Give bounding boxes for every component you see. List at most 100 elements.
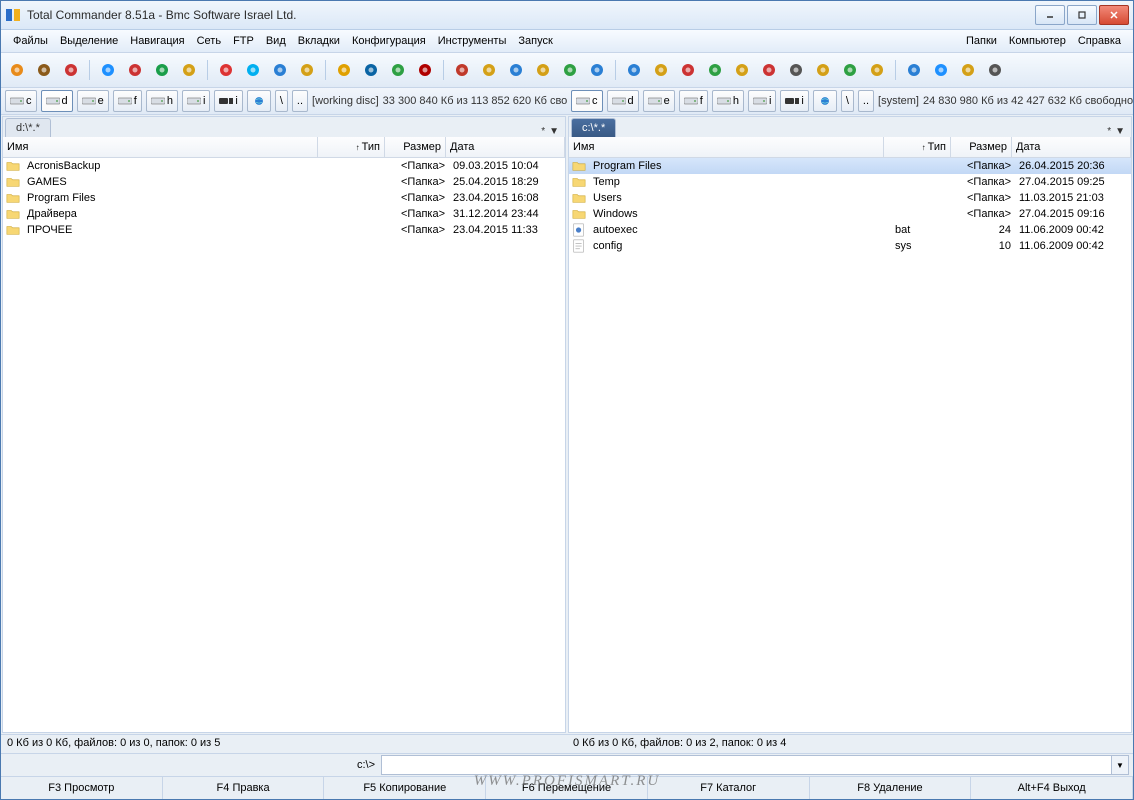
drive-button-e[interactable]: e — [77, 90, 109, 112]
menu-item[interactable]: Вкладки — [292, 33, 346, 49]
toolbar-gear-orange-icon[interactable] — [5, 58, 29, 82]
drive-button-f[interactable]: f — [113, 90, 142, 112]
file-row[interactable]: Program Files<Папка>26.04.2015 20:36 — [569, 158, 1131, 174]
header-type[interactable]: ↑Тип — [884, 137, 951, 157]
drive-button-c[interactable]: c — [5, 90, 37, 112]
drive-button-d[interactable]: d — [41, 90, 73, 112]
drive-button-network[interactable]: i — [780, 90, 808, 112]
toolbar-x-icon[interactable] — [983, 58, 1007, 82]
toolbar-filezilla-icon[interactable] — [413, 58, 437, 82]
menu-item[interactable]: Навигация — [124, 33, 190, 49]
toolbar-arr-icon[interactable] — [956, 58, 980, 82]
file-list-right[interactable]: Program Files<Папка>26.04.2015 20:36Temp… — [569, 158, 1131, 732]
minimize-button[interactable] — [1035, 5, 1065, 25]
drive-button-h[interactable]: h — [712, 90, 744, 112]
drive-button-c[interactable]: c — [571, 90, 603, 112]
menu-item[interactable]: Компьютер — [1003, 33, 1072, 49]
drive-nav-button[interactable]: .. — [858, 90, 874, 112]
panel-tab-left[interactable]: d:\*.* — [5, 118, 51, 137]
toolbar-cube1-icon[interactable] — [450, 58, 474, 82]
toolbar-target-icon[interactable] — [123, 58, 147, 82]
toolbar-grid-red-icon[interactable] — [214, 58, 238, 82]
toolbar-pdf-icon[interactable] — [177, 58, 201, 82]
drive-button-network[interactable]: i — [214, 90, 242, 112]
file-list-left[interactable]: AcronisBackup<Папка>09.03.2015 10:04GAME… — [3, 158, 565, 732]
toolbar-page-icon[interactable] — [295, 58, 319, 82]
drive-button-d[interactable]: d — [607, 90, 639, 112]
toolbar-box-icon[interactable] — [649, 58, 673, 82]
toolbar-star-icon[interactable] — [730, 58, 754, 82]
drive-button-f[interactable]: f — [679, 90, 708, 112]
toolbar-qip-icon[interactable] — [838, 58, 862, 82]
drive-nav-button[interactable]: \ — [841, 90, 854, 112]
file-row[interactable]: Temp<Папка>27.04.2015 09:25 — [569, 174, 1131, 190]
tab-dropdown-icon[interactable]: ▼ — [549, 126, 559, 137]
panel-tab-right[interactable]: c:\*.* — [571, 118, 616, 137]
toolbar-utorr-icon[interactable] — [386, 58, 410, 82]
toolbar-cd-icon[interactable] — [531, 58, 555, 82]
command-history-dropdown[interactable]: ▼ — [1112, 755, 1129, 775]
file-row[interactable]: ПРОЧЕЕ<Папка>23.04.2015 11:33 — [3, 222, 565, 238]
menu-item[interactable]: Файлы — [7, 33, 54, 49]
header-size[interactable]: Размер — [385, 137, 446, 157]
function-key[interactable]: F5 Копирование — [324, 777, 486, 799]
header-name[interactable]: Имя — [3, 137, 318, 157]
file-row[interactable]: configsys1011.06.2009 00:42 — [569, 238, 1131, 254]
menu-item[interactable]: Запуск — [512, 33, 558, 49]
file-row[interactable]: GAMES<Папка>25.04.2015 18:29 — [3, 174, 565, 190]
close-button[interactable] — [1099, 5, 1129, 25]
drive-button-i[interactable]: i — [748, 90, 776, 112]
toolbar-mail-icon[interactable] — [784, 58, 808, 82]
header-date[interactable]: Дата — [446, 137, 565, 157]
drive-button-e[interactable]: e — [643, 90, 675, 112]
toolbar-opera-icon[interactable] — [757, 58, 781, 82]
function-key[interactable]: F3 Просмотр — [1, 777, 163, 799]
tab-star-icon[interactable]: * — [1107, 126, 1111, 137]
toolbar-globe-icon[interactable] — [268, 58, 292, 82]
function-key[interactable]: F7 Каталог — [648, 777, 810, 799]
drive-button-web[interactable] — [247, 90, 271, 112]
menu-item[interactable]: Инструменты — [432, 33, 513, 49]
menu-item[interactable]: Сеть — [191, 33, 227, 49]
menu-item[interactable]: Конфигурация — [346, 33, 432, 49]
file-row[interactable]: AcronisBackup<Папка>09.03.2015 10:04 — [3, 158, 565, 174]
drive-button-web[interactable] — [813, 90, 837, 112]
header-date[interactable]: Дата — [1012, 137, 1131, 157]
drive-button-h[interactable]: h — [146, 90, 178, 112]
tab-star-icon[interactable]: * — [541, 126, 545, 137]
file-row[interactable]: Program Files<Папка>23.04.2015 16:08 — [3, 190, 565, 206]
toolbar-ie-icon[interactable] — [585, 58, 609, 82]
drive-nav-button[interactable]: \ — [275, 90, 288, 112]
tab-dropdown-icon[interactable]: ▼ — [1115, 126, 1125, 137]
toolbar-link-icon[interactable] — [504, 58, 528, 82]
file-row[interactable]: Users<Папка>11.03.2015 21:03 — [569, 190, 1131, 206]
toolbar-gear-red-icon[interactable] — [59, 58, 83, 82]
toolbar-world-green-icon[interactable] — [150, 58, 174, 82]
maximize-button[interactable] — [1067, 5, 1097, 25]
header-size[interactable]: Размер — [951, 137, 1012, 157]
menu-item[interactable]: Вид — [260, 33, 292, 49]
drive-button-i[interactable]: i — [182, 90, 210, 112]
toolbar-bars-icon[interactable] — [902, 58, 926, 82]
file-row[interactable]: Windows<Папка>27.04.2015 09:16 — [569, 206, 1131, 222]
function-key[interactable]: Alt+F4 Выход — [971, 777, 1133, 799]
file-row[interactable]: autoexecbat2411.06.2009 00:42 — [569, 222, 1131, 238]
toolbar-wand-icon[interactable] — [622, 58, 646, 82]
toolbar-qip2-icon[interactable] — [865, 58, 889, 82]
header-type[interactable]: ↑Тип — [318, 137, 385, 157]
function-key[interactable]: F4 Правка — [163, 777, 325, 799]
toolbar-zero-icon[interactable] — [703, 58, 727, 82]
menu-item[interactable]: FTP — [227, 33, 260, 49]
toolbar-teamviewer-icon[interactable] — [359, 58, 383, 82]
toolbar-shield-icon[interactable] — [332, 58, 356, 82]
function-key[interactable]: F6 Перемещение — [486, 777, 648, 799]
toolbar-hdd-icon[interactable] — [929, 58, 953, 82]
toolbar-skype-icon[interactable] — [241, 58, 265, 82]
menu-item[interactable]: Выделение — [54, 33, 124, 49]
header-name[interactable]: Имя — [569, 137, 884, 157]
function-key[interactable]: F8 Удаление — [810, 777, 972, 799]
toolbar-cd2-icon[interactable] — [558, 58, 582, 82]
toolbar-gear-dark-icon[interactable] — [32, 58, 56, 82]
menu-item[interactable]: Справка — [1072, 33, 1127, 49]
toolbar-key-icon[interactable] — [811, 58, 835, 82]
